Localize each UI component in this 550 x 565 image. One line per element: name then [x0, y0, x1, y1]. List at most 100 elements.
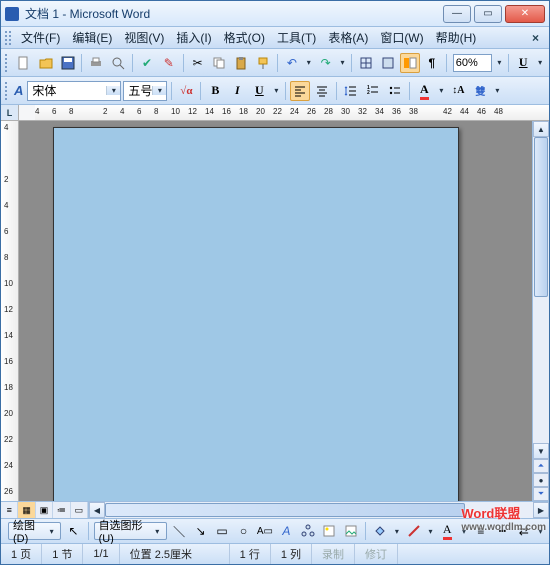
toolbar-overflow[interactable]: ▾	[492, 86, 502, 95]
align-left-button[interactable]	[290, 81, 310, 101]
toolbar-overflow[interactable]: ▾	[535, 58, 545, 67]
toolbar-grip[interactable]	[5, 82, 10, 100]
asian-layout-button[interactable]: 雙	[470, 81, 490, 101]
line-color-dropdown[interactable]: ▾	[426, 527, 435, 536]
document-page[interactable]	[53, 127, 459, 501]
styles-icon[interactable]: A	[14, 83, 23, 98]
show-paragraph-button[interactable]: ¶	[422, 53, 442, 73]
fill-color-button[interactable]	[371, 521, 389, 541]
menu-format[interactable]: 格式(O)	[218, 29, 271, 46]
reading-view-button[interactable]: ▭	[71, 502, 88, 518]
document-map-button[interactable]	[400, 53, 420, 73]
autoshapes-menu[interactable]: 自选图形(U)▾	[94, 522, 167, 540]
insert-picture-button[interactable]	[341, 521, 359, 541]
toolbar-overflow[interactable]: ▾	[536, 527, 545, 536]
maximize-button[interactable]: ▭	[474, 5, 502, 23]
ruler-corner[interactable]: L	[1, 105, 19, 120]
menu-file[interactable]: 文件(F)	[15, 29, 66, 46]
scroll-thumb[interactable]	[534, 137, 548, 297]
scroll-track[interactable]	[533, 137, 549, 443]
menu-edit[interactable]: 编辑(E)	[66, 29, 118, 46]
arrow-style-button[interactable]: ⇄	[515, 521, 533, 541]
menu-table[interactable]: 表格(A)	[322, 29, 374, 46]
horizontal-ruler[interactable]: L 46824681012141618202224262830323436384…	[1, 105, 549, 121]
outline-view-button[interactable]: ≔	[53, 502, 70, 518]
print-layout-view-button[interactable]: ▦	[18, 502, 35, 518]
select-objects-button[interactable]: ↖	[64, 521, 82, 541]
fill-dropdown[interactable]: ▾	[392, 527, 401, 536]
phonetic-button[interactable]: √α	[176, 81, 196, 101]
bold-button[interactable]: B	[205, 81, 225, 101]
line-style-button[interactable]: ≡	[472, 521, 490, 541]
align-center-button[interactable]	[312, 81, 332, 101]
zoom-combo[interactable]: 60%	[453, 54, 493, 72]
menu-help[interactable]: 帮助(H)	[430, 29, 483, 46]
line-tool-button[interactable]: ＼	[170, 521, 188, 541]
menubar-grip[interactable]	[5, 31, 11, 45]
undo-button[interactable]: ↶	[282, 53, 302, 73]
menu-tools[interactable]: 工具(T)	[271, 29, 322, 46]
paste-button[interactable]	[231, 53, 251, 73]
normal-view-button[interactable]: ≡	[1, 502, 18, 518]
web-layout-view-button[interactable]: ▣	[36, 502, 53, 518]
print-preview-button[interactable]	[108, 53, 128, 73]
line-spacing-button[interactable]	[341, 81, 361, 101]
rectangle-tool-button[interactable]: ▭	[213, 521, 231, 541]
scroll-right-button[interactable]: ▶	[533, 502, 549, 518]
tables-borders-button[interactable]	[356, 53, 376, 73]
insert-table-button[interactable]	[378, 53, 398, 73]
browse-object-button[interactable]: ●	[533, 473, 549, 487]
char-scaling-button[interactable]: ↕A	[448, 81, 468, 101]
bulleted-list-button[interactable]	[385, 81, 405, 101]
toolbar-grip[interactable]	[5, 54, 10, 72]
menu-window[interactable]: 窗口(W)	[374, 29, 429, 46]
status-trk[interactable]: 修订	[355, 544, 398, 564]
arrow-tool-button[interactable]: ↘	[191, 521, 209, 541]
underline-dropdown[interactable]: ▾	[271, 86, 281, 95]
numbered-list-button[interactable]: 12	[363, 81, 383, 101]
underline-button[interactable]: U	[249, 81, 269, 101]
menu-view[interactable]: 视图(V)	[118, 29, 170, 46]
scroll-up-button[interactable]: ▲	[533, 121, 549, 137]
redo-button[interactable]: ↷	[316, 53, 336, 73]
next-page-button[interactable]: ⏷	[533, 487, 549, 501]
minimize-button[interactable]: —	[443, 5, 471, 23]
menu-insert[interactable]: 插入(I)	[170, 29, 217, 46]
diagram-button[interactable]	[299, 521, 317, 541]
scroll-left-button[interactable]: ◀	[89, 502, 105, 518]
font-color-draw-button[interactable]: A	[438, 521, 456, 541]
close-button[interactable]: ✕	[505, 5, 545, 23]
scroll-thumb[interactable]	[105, 503, 465, 517]
spellcheck-button[interactable]: ✔	[137, 53, 157, 73]
draw-menu[interactable]: 绘图(D)▾	[8, 522, 61, 540]
zoom-dropdown[interactable]: ▾	[494, 58, 504, 67]
research-button[interactable]: ✎	[159, 53, 179, 73]
document-viewport[interactable]	[19, 121, 532, 501]
dash-style-button[interactable]: ┅	[493, 521, 511, 541]
save-button[interactable]	[58, 53, 78, 73]
copy-button[interactable]	[210, 53, 230, 73]
document-close-button[interactable]: ×	[526, 31, 545, 45]
status-rec[interactable]: 录制	[312, 544, 355, 564]
scroll-down-button[interactable]: ▼	[533, 443, 549, 459]
font-color-button[interactable]: A	[414, 81, 434, 101]
format-painter-button[interactable]	[253, 53, 273, 73]
scroll-track[interactable]	[105, 502, 533, 518]
redo-dropdown[interactable]: ▾	[338, 58, 348, 67]
wordart-button[interactable]: A	[277, 521, 295, 541]
font-color-dropdown[interactable]: ▾	[436, 86, 446, 95]
undo-dropdown[interactable]: ▾	[304, 58, 314, 67]
clipart-button[interactable]	[320, 521, 338, 541]
new-button[interactable]	[14, 53, 34, 73]
prev-page-button[interactable]: ⏶	[533, 459, 549, 473]
italic-button[interactable]: I	[227, 81, 247, 101]
line-color-button[interactable]	[404, 521, 422, 541]
font-size-combo[interactable]: 五号 ▾	[123, 81, 167, 101]
textbox-button[interactable]: A▭	[256, 521, 274, 541]
oval-tool-button[interactable]: ○	[234, 521, 252, 541]
font-color-dropdown[interactable]: ▾	[459, 527, 468, 536]
font-name-combo[interactable]: 宋体 ▾	[27, 81, 121, 101]
print-button[interactable]	[86, 53, 106, 73]
cut-button[interactable]: ✂	[188, 53, 208, 73]
underline-u-button[interactable]: U	[513, 53, 533, 73]
